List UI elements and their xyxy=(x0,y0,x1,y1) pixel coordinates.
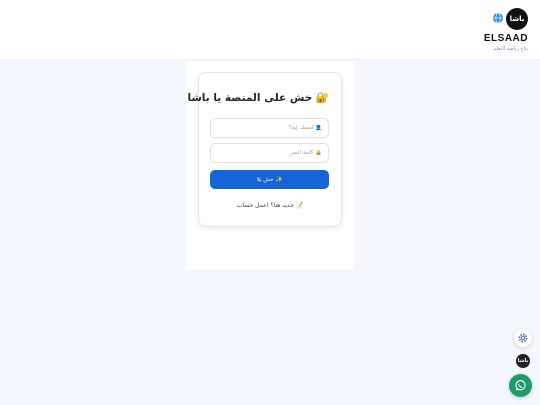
register-link[interactable]: 📝 جديد هنا؟ اعمل حساب xyxy=(199,202,341,209)
login-card: 🔐 خش على المنصة يا باشا ✨ خش يلا 📝 جديد … xyxy=(188,72,342,227)
username-input[interactable] xyxy=(210,118,329,138)
whatsapp-button[interactable] xyxy=(509,374,532,397)
brand-name: ELSAAD xyxy=(483,33,528,44)
password-input[interactable] xyxy=(210,143,329,163)
settings-button[interactable] xyxy=(514,329,532,347)
brand[interactable]: باشا ELSAAD بتاع رياضه التعلم xyxy=(468,6,528,54)
avatar[interactable]: باشا xyxy=(516,354,530,368)
gear-icon xyxy=(518,333,528,343)
globe-icon[interactable] xyxy=(492,12,504,24)
top-header: باشا ELSAAD بتاع رياضه التعلم xyxy=(0,0,540,60)
avatar-text: باشا xyxy=(517,358,529,364)
login-button-label: ✨ خش يلا xyxy=(256,176,283,183)
whatsapp-icon xyxy=(515,380,526,391)
login-title: 🔐 خش على المنصة يا باشا xyxy=(187,92,329,104)
globe-icon-svg xyxy=(493,12,503,24)
login-button[interactable]: ✨ خش يلا xyxy=(210,170,329,189)
brand-tagline: بتاع رياضه التعلم xyxy=(493,46,528,52)
logo-text: باشا xyxy=(509,15,525,23)
logo[interactable]: باشا xyxy=(506,8,528,30)
